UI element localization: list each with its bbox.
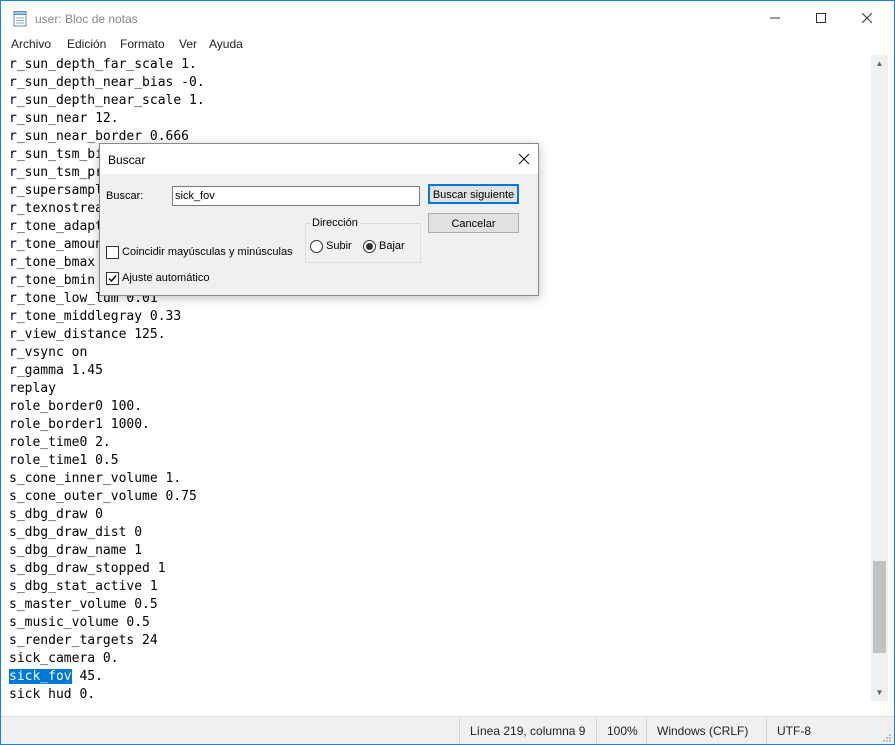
radio-down-label[interactable]: Bajar: [379, 240, 405, 252]
status-encoding: UTF-8: [766, 717, 877, 744]
menu-edicion[interactable]: Edición: [67, 37, 106, 51]
editor-line[interactable]: role_border0 100.: [9, 398, 205, 416]
editor-line[interactable]: sick_camera 0.: [9, 650, 205, 668]
editor-line[interactable]: role_time1 0.5: [9, 452, 205, 470]
find-dialog-title: Buscar: [108, 153, 146, 167]
radio-selected-dot: [366, 243, 373, 250]
editor-line[interactable]: role_time0 2.: [9, 434, 205, 452]
editor-line[interactable]: s_render_targets 24: [9, 632, 205, 650]
editor-line[interactable]: r_sun_depth_near_scale 1.: [9, 92, 205, 110]
notepad-icon: [13, 11, 27, 27]
find-dialog: Buscar Buscar: Buscar siguiente Cancelar…: [99, 143, 539, 296]
editor-line[interactable]: s_dbg_stat_active 1: [9, 578, 205, 596]
title-bar[interactable]: user: Bloc de notas: [1, 1, 894, 35]
editor-line[interactable]: r_sun_depth_far_scale 1.: [9, 56, 205, 74]
direction-title: Dirección: [310, 217, 360, 229]
editor-line[interactable]: r_gamma 1.45: [9, 362, 205, 380]
notepad-window: user: Bloc de notas Archivo Edición Form…: [0, 0, 895, 745]
scrollbar-thumb[interactable]: [873, 561, 886, 653]
menu-ver[interactable]: Ver: [179, 37, 197, 51]
radio-up-label[interactable]: Subir: [326, 240, 352, 252]
editor-line[interactable]: s_music_volume 0.5: [9, 614, 205, 632]
editor-line[interactable]: s_dbg_draw_dist 0: [9, 524, 205, 542]
editor-line[interactable]: r_vsync on: [9, 344, 205, 362]
editor-line[interactable]: role_border1 1000.: [9, 416, 205, 434]
wrap-checkbox[interactable]: [106, 272, 119, 285]
editor-line[interactable]: r_sun_near 12.: [9, 110, 205, 128]
close-button[interactable]: [844, 1, 890, 35]
checkmark-icon: [108, 275, 117, 283]
cancel-button[interactable]: Cancelar: [428, 213, 519, 233]
find-input[interactable]: [172, 186, 420, 206]
vertical-scrollbar[interactable]: ▲ ▼: [871, 55, 888, 701]
radio-down[interactable]: [363, 240, 376, 253]
editor-line[interactable]: r_sun_depth_near_bias -0.: [9, 74, 205, 92]
selected-line-rest: 45.: [71, 669, 103, 684]
editor-line[interactable]: s_cone_outer_volume 0.75: [9, 488, 205, 506]
scroll-up-arrow-icon[interactable]: ▲: [871, 55, 888, 72]
editor-line[interactable]: replay: [9, 380, 205, 398]
editor-line[interactable]: sick hud 0.: [9, 686, 205, 701]
editor-bottom-gap: [1, 701, 894, 716]
editor-line[interactable]: r_view_distance 125.: [9, 326, 205, 344]
status-position: Línea 219, columna 9: [459, 717, 600, 744]
menu-archivo[interactable]: Archivo: [11, 37, 51, 51]
match-case-label[interactable]: Coincidir mayúsculas y minúsculas: [122, 246, 293, 258]
editor-line[interactable]: s_cone_inner_volume 1.: [9, 470, 205, 488]
editor-line[interactable]: s_dbg_draw_stopped 1: [9, 560, 205, 578]
menu-bar: Archivo Edición Formato Ver Ayuda: [1, 35, 894, 55]
find-label: Buscar:: [106, 190, 144, 202]
find-next-button[interactable]: Buscar siguiente: [428, 184, 519, 204]
close-icon: [861, 12, 873, 24]
editor-line[interactable]: r_tone_middlegray 0.33: [9, 308, 205, 326]
menu-formato[interactable]: Formato: [120, 37, 165, 51]
window-title: user: Bloc de notas: [35, 12, 138, 26]
status-zoom: 100%: [596, 717, 647, 744]
editor-line[interactable]: s_master_volume 0.5: [9, 596, 205, 614]
radio-up[interactable]: [310, 240, 323, 253]
wrap-label[interactable]: Ajuste automático: [122, 272, 209, 284]
resize-grip-icon[interactable]: [882, 733, 892, 743]
minimize-button[interactable]: [752, 1, 798, 35]
status-line-ending: Windows (CRLF): [646, 717, 767, 744]
minimize-icon: [770, 17, 780, 19]
scroll-down-arrow-icon[interactable]: ▼: [871, 684, 888, 701]
maximize-icon: [816, 13, 826, 23]
status-bar: Línea 219, columna 9 100% Windows (CRLF)…: [1, 716, 894, 744]
editor-line[interactable]: s_dbg_draw_name 1: [9, 542, 205, 560]
close-icon[interactable]: [516, 151, 532, 167]
find-dialog-title-bar[interactable]: Buscar: [100, 144, 538, 174]
editor-line-selected[interactable]: sick_fov 45.: [9, 668, 205, 686]
text-selection[interactable]: sick_fov: [9, 669, 72, 684]
menu-ayuda[interactable]: Ayuda: [209, 37, 243, 51]
match-case-checkbox[interactable]: [106, 246, 119, 259]
maximize-button[interactable]: [798, 1, 844, 35]
editor-line[interactable]: s_dbg_draw 0: [9, 506, 205, 524]
